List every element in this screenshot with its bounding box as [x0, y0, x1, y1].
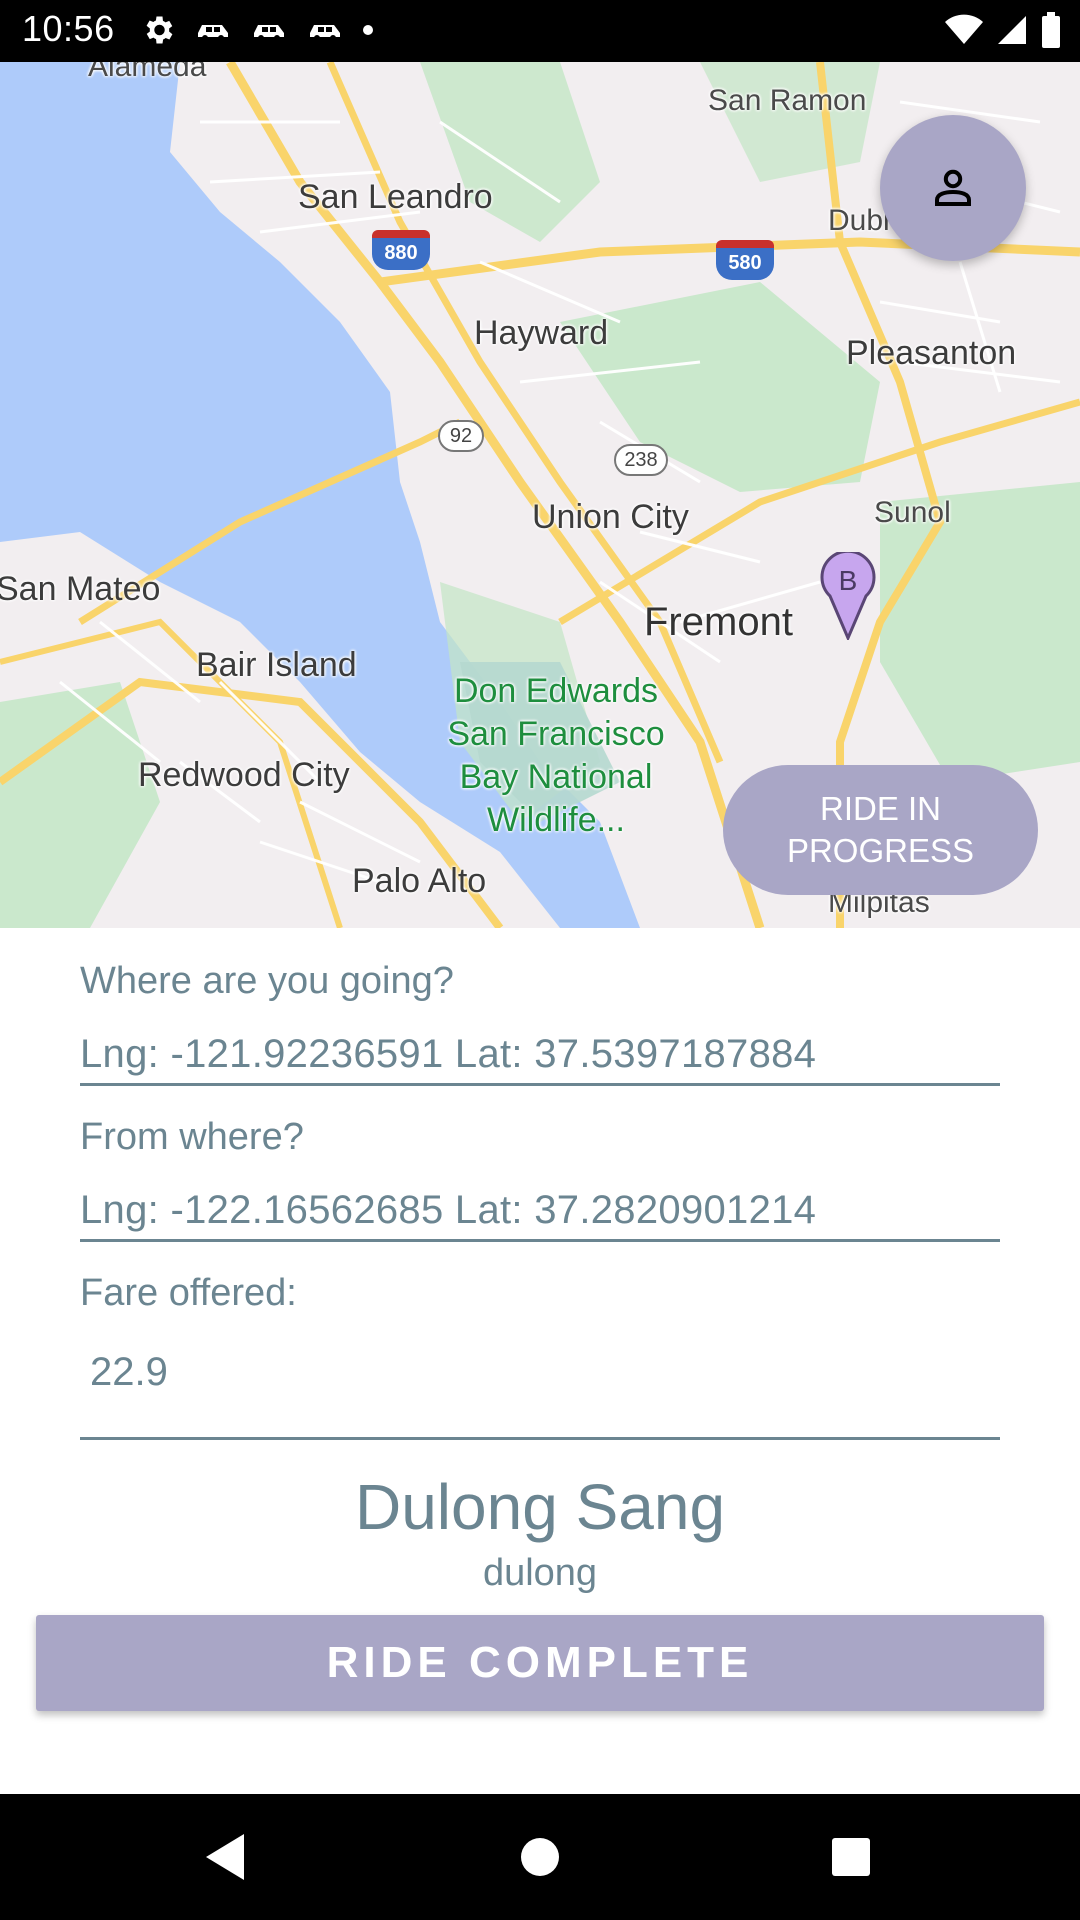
map-label-san-mateo: San Mateo	[0, 570, 161, 608]
driver-username: dulong	[482, 1552, 598, 1594]
origin-label: From where?	[80, 1116, 304, 1158]
map-label-alameda: Alameda	[88, 62, 207, 83]
map-label-palo-alto: Palo Alto	[352, 862, 487, 900]
car-icon	[194, 17, 232, 48]
map-label-san-ramon: San Ramon	[708, 84, 867, 117]
map-label-fremont: Fremont	[644, 600, 793, 644]
destination-marker-icon[interactable]: B	[820, 552, 876, 640]
map-label-sunol: Sunol	[874, 496, 951, 529]
back-icon[interactable]	[204, 1832, 250, 1882]
map-label-dublin: Dubl	[828, 204, 890, 237]
wifi-icon	[944, 14, 984, 51]
route-92-shield: 92	[438, 420, 484, 452]
marker-letter: B	[839, 565, 858, 596]
map-label-wildlife-refuge: Don Edwards San Francisco Bay National W…	[447, 672, 665, 839]
ride-complete-button[interactable]: RIDE COMPLETE	[36, 1615, 1044, 1711]
driver-name: Dulong Sang	[354, 1471, 726, 1543]
car-icon	[250, 17, 288, 48]
ride-status-label: RIDE IN PROGRESS	[786, 790, 975, 869]
route-238-shield: 238	[614, 444, 668, 476]
person-icon	[935, 169, 971, 206]
fare-field[interactable]: 22.9	[80, 1350, 1000, 1440]
signal-icon	[996, 14, 1028, 51]
status-bar: 10:56	[0, 0, 1080, 62]
recents-icon[interactable]	[830, 1832, 872, 1882]
map-label-san-leandro: San Leandro	[298, 178, 493, 216]
map-label-pleasanton: Pleasanton	[846, 334, 1017, 372]
status-notification-icons	[140, 12, 392, 52]
destination-field[interactable]: Lng: -121.92236591 Lat: 37.5397187884	[80, 1032, 1000, 1086]
origin-field[interactable]: Lng: -122.16562685 Lat: 37.2820901214	[80, 1188, 1000, 1242]
home-icon[interactable]	[520, 1832, 560, 1882]
interstate-580-shield: 580	[716, 240, 774, 280]
profile-button[interactable]	[880, 115, 1026, 261]
status-system-icons	[932, 11, 1062, 53]
map-label-redwood-city: Redwood City	[138, 756, 350, 794]
dot-icon	[362, 23, 374, 41]
map-label-union-city: Union City	[532, 498, 689, 536]
fare-label: Fare offered:	[80, 1272, 297, 1314]
car-icon	[306, 17, 344, 48]
ride-in-progress-button[interactable]: RIDE IN PROGRESS	[723, 765, 1038, 895]
map-label-bair-island: Bair Island	[196, 646, 357, 684]
navigation-bar	[0, 1794, 1080, 1920]
destination-label: Where are you going?	[80, 960, 454, 1002]
battery-icon	[1040, 11, 1062, 53]
interstate-880-shield: 880	[372, 230, 430, 270]
gear-icon	[140, 12, 176, 53]
status-time: 10:56	[22, 8, 115, 49]
map-label-hayward: Hayward	[474, 314, 609, 352]
